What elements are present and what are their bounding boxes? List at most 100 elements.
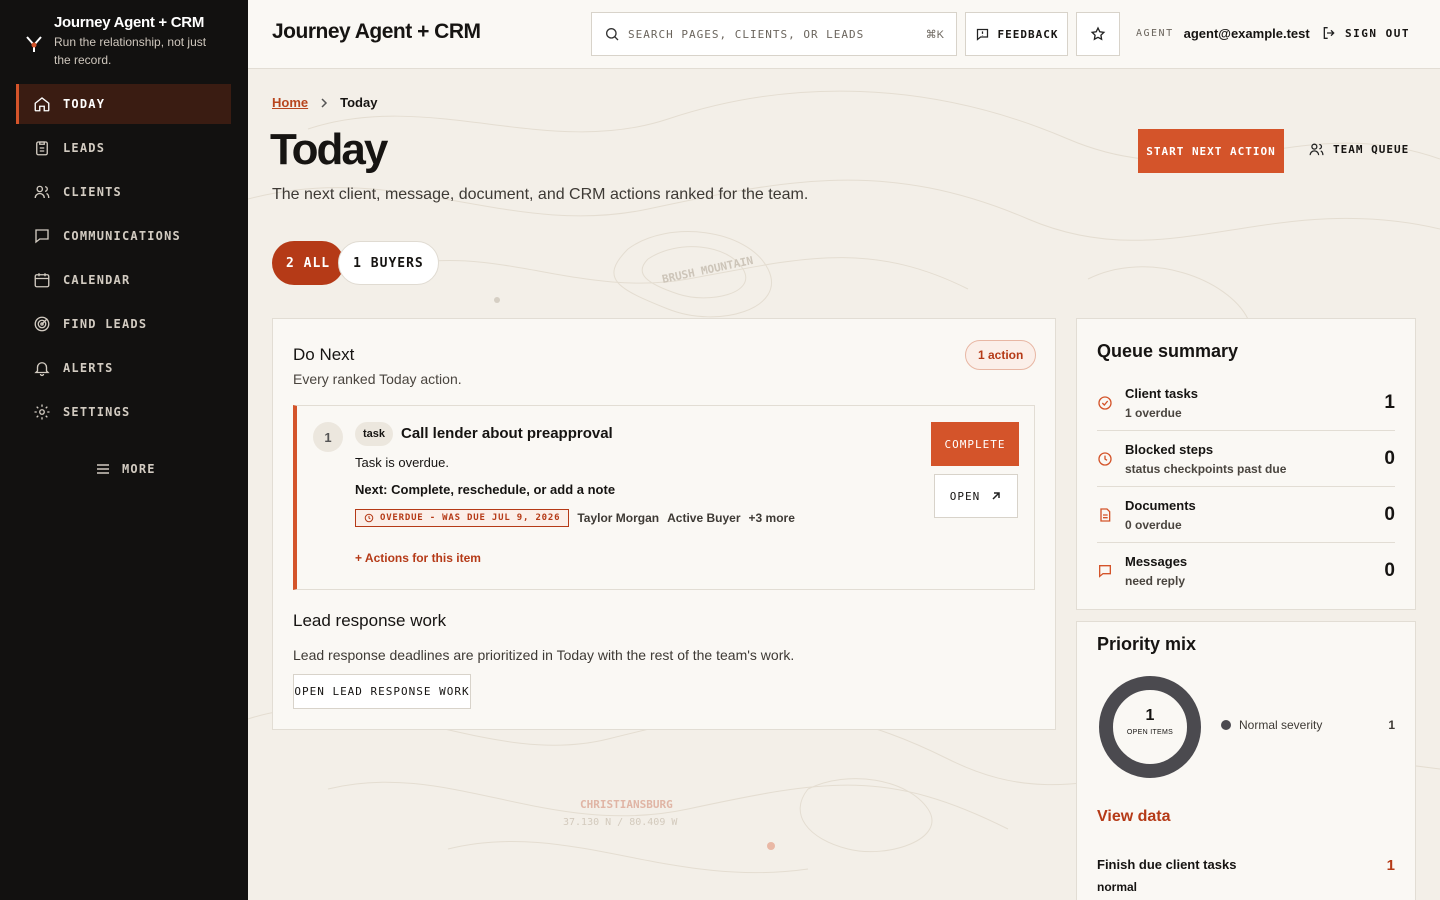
donut-total-label: OPEN ITEMS	[1126, 729, 1174, 736]
topbar: Journey Agent + CRM ⌘K FEEDBACK AGENT ag…	[248, 0, 1440, 69]
queue-row-count: 1	[1384, 391, 1395, 413]
sidebar-item-today[interactable]: TODAY	[16, 84, 231, 124]
sidebar-item-clients[interactable]: CLIENTS	[16, 172, 231, 212]
menu-icon	[97, 464, 109, 474]
bell-icon	[34, 362, 50, 377]
legend-dot	[1221, 720, 1231, 730]
sidebar-item-label: COMMUNICATIONS	[63, 229, 181, 243]
sidebar-item-communications[interactable]: COMMUNICATIONS	[16, 216, 231, 256]
queue-row-count: 0	[1384, 447, 1395, 469]
action-meta: OVERDUE - WAS DUE JUL 9, 2026 Taylor Mor…	[355, 509, 795, 527]
brand[interactable]: Journey Agent + CRM Run the relationship…	[24, 14, 234, 69]
sidebar-item-label: FIND LEADS	[63, 317, 148, 331]
queue-summary-card: Queue summary Client tasks 1 overdue 1 B…	[1076, 318, 1416, 610]
view-data-link[interactable]: View data	[1097, 808, 1171, 826]
favorite-button[interactable]	[1076, 12, 1120, 56]
client-name[interactable]: Taylor Morgan	[577, 511, 659, 525]
more-button[interactable]: MORE	[96, 462, 156, 476]
filter-all[interactable]: 2 ALL	[272, 241, 345, 285]
sidebar-item-leads[interactable]: LEADS	[16, 128, 231, 168]
queue-summary-title: Queue summary	[1097, 341, 1239, 361]
queue-row-label: Documents	[1125, 497, 1196, 513]
do-next-subtitle: Every ranked Today action.	[293, 371, 462, 387]
page-subtitle: The next client, message, document, and …	[272, 186, 809, 203]
sign-out-label: SIGN OUT	[1345, 26, 1410, 40]
overdue-badge: OVERDUE - WAS DUE JUL 9, 2026	[355, 509, 570, 527]
search-box[interactable]: ⌘K	[591, 12, 957, 56]
priority-mix-card: Priority mix 1 OPEN ITEMS Normal severit…	[1076, 621, 1416, 900]
sidebar-item-calendar[interactable]: CALENDAR	[16, 260, 231, 300]
feedback-button[interactable]: FEEDBACK	[965, 12, 1068, 56]
queue-row-label: Client tasks	[1125, 385, 1198, 401]
search-icon	[606, 28, 619, 41]
breadcrumb-home-link[interactable]: Home	[272, 95, 308, 110]
feedback-icon	[976, 28, 988, 41]
team-queue-button[interactable]: TEAM QUEUE	[1308, 141, 1409, 158]
breadcrumb: Home Today	[272, 95, 377, 110]
priority-mix-title: Priority mix	[1097, 634, 1197, 654]
brand-subtitle: Run the relationship, not just the recor…	[54, 35, 207, 67]
priority-row[interactable]: Finish due client tasks normal 1	[1097, 857, 1395, 894]
queue-row-documents[interactable]: Documents 0 overdue 0	[1097, 487, 1395, 543]
queue-row-label: Messages	[1125, 554, 1188, 569]
queue-row-count: 0	[1384, 560, 1395, 581]
clock-icon	[364, 513, 374, 523]
lead-response-description: Lead response deadlines are prioritized …	[293, 647, 795, 663]
sidebar-item-label: CLIENTS	[63, 185, 122, 199]
more-label: MORE	[122, 462, 156, 476]
open-label: OPEN	[949, 489, 981, 503]
queue-row-sub: need reply	[1125, 574, 1186, 588]
brand-logo-icon	[26, 36, 42, 52]
check-circle-icon	[1098, 395, 1112, 410]
users-icon	[1309, 143, 1324, 156]
action-count-badge: 1 action	[965, 340, 1037, 370]
sign-out-icon	[1323, 27, 1335, 39]
document-icon	[1100, 507, 1111, 522]
sign-out-button[interactable]: SIGN OUT	[1321, 25, 1410, 41]
action-next-step: Next: Complete, reschedule, or add a not…	[355, 482, 616, 497]
search-input[interactable]	[628, 27, 918, 41]
sidebar-item-label: CALENDAR	[63, 273, 131, 287]
map-label-christiansburg: CHRISTIANSBURG	[580, 798, 673, 811]
sidebar-item-alerts[interactable]: ALERTS	[16, 348, 231, 388]
open-lead-response-button[interactable]: OPEN LEAD RESPONSE WORK	[293, 674, 471, 709]
sidebar-nav: TODAY LEADS CLIENTS COMMUNICATIONS CALEN…	[16, 84, 231, 436]
star-icon	[1090, 26, 1106, 41]
sidebar: Journey Agent + CRM Run the relationship…	[0, 0, 248, 900]
message-icon	[35, 229, 49, 244]
priority-row-label: Finish due client tasks	[1097, 857, 1237, 872]
queue-row-messages[interactable]: Messages need reply 0	[1097, 543, 1395, 599]
sidebar-item-label: TODAY	[63, 97, 106, 111]
queue-summary-rows: Client tasks 1 overdue 1 Blocked steps s…	[1097, 375, 1395, 599]
donut-segment-normal	[1099, 676, 1201, 778]
legend-value: 1	[1388, 718, 1395, 732]
arrow-up-right-icon	[992, 492, 1000, 500]
queue-row-client-tasks[interactable]: Client tasks 1 overdue 1	[1097, 375, 1395, 431]
actions-for-item-link[interactable]: + Actions for this item	[355, 551, 481, 565]
client-stage: Active Buyer	[667, 511, 741, 525]
filter-pills: 2 ALL 1 BUYERS	[272, 241, 439, 285]
queue-row-blocked-steps[interactable]: Blocked steps status checkpoints past du…	[1097, 431, 1395, 487]
queue-row-label: Blocked steps	[1125, 441, 1214, 457]
sidebar-item-find-leads[interactable]: FIND LEADS	[16, 304, 231, 344]
legend-label: Normal severity	[1239, 718, 1323, 732]
team-queue-label: TEAM QUEUE	[1333, 143, 1410, 156]
chevron-right-icon	[321, 97, 328, 108]
priority-row-value: 1	[1386, 857, 1395, 874]
target-icon	[34, 316, 50, 332]
action-status: Task is overdue.	[355, 455, 449, 470]
gear-icon	[34, 404, 50, 420]
open-button[interactable]: OPEN	[934, 474, 1018, 518]
search-shortcut: ⌘K	[925, 28, 944, 41]
legend-item: Normal severity 1	[1221, 718, 1395, 732]
agent-label: AGENT	[1136, 28, 1174, 39]
sidebar-item-label: ALERTS	[63, 361, 114, 375]
filter-buyers[interactable]: 1 BUYERS	[338, 241, 439, 285]
do-next-card: Do Next Every ranked Today action. 1 act…	[272, 318, 1056, 730]
more-tags[interactable]: +3 more	[749, 511, 795, 525]
complete-button[interactable]: COMPLETE	[931, 422, 1019, 466]
start-next-action-button[interactable]: START NEXT ACTION	[1138, 129, 1284, 173]
sidebar-item-label: LEADS	[63, 141, 106, 155]
sidebar-item-settings[interactable]: SETTINGS	[16, 392, 231, 432]
priority-donut-chart	[1099, 676, 1201, 778]
